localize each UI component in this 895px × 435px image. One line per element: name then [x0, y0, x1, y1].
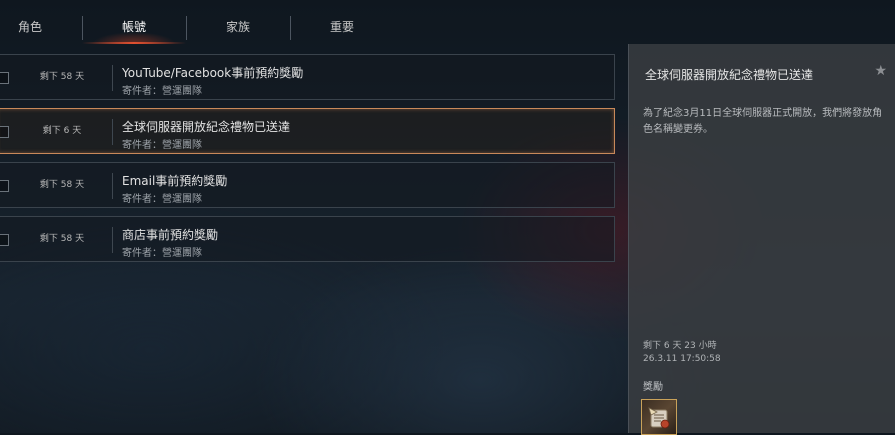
- mailbox-tabs: 角色 帳號 家族 重要: [0, 0, 625, 46]
- mail-title: 全球伺服器開放紀念禮物已送達: [122, 120, 291, 134]
- name-change-ticket-icon: [648, 407, 670, 429]
- mail-remaining-time: 剩下 6 天: [42, 126, 82, 136]
- star-icon[interactable]: ★: [874, 63, 887, 79]
- tab-character[interactable]: 角色: [0, 12, 60, 46]
- mail-remaining-time: 剩下 58 天: [39, 234, 85, 244]
- mail-checkbox[interactable]: [0, 180, 9, 192]
- row-divider: [112, 65, 113, 91]
- tab-clan[interactable]: 家族: [186, 12, 290, 46]
- tab-account[interactable]: 帳號: [82, 12, 186, 46]
- tab-important[interactable]: 重要: [290, 12, 394, 46]
- detail-title: 全球伺服器開放紀念禮物已送達: [645, 68, 814, 82]
- reward-item[interactable]: [641, 399, 677, 435]
- mail-sender: 寄件者：營運團隊: [122, 140, 202, 151]
- detail-date: 26.3.11 17:50:58: [643, 354, 721, 364]
- mail-row[interactable]: 剩下 58 天 商店事前預約獎勵 寄件者：營運團隊: [0, 216, 615, 262]
- mail-row[interactable]: 剩下 58 天 YouTube/Facebook事前預約獎勵 寄件者：營運團隊: [0, 54, 615, 100]
- mail-checkbox[interactable]: [0, 72, 9, 84]
- detail-body: 為了紀念3月11日全球伺服器正式開放，我們將發放角色名稱變更券。: [643, 108, 883, 135]
- mail-checkbox[interactable]: [0, 126, 9, 138]
- row-divider: [112, 173, 113, 199]
- mail-row[interactable]: 剩下 58 天 Email事前預約獎勵 寄件者：營運團隊: [0, 162, 615, 208]
- row-divider: [112, 119, 113, 145]
- mail-sender: 寄件者：營運團隊: [122, 194, 202, 205]
- tab-account-label: 帳號: [121, 20, 146, 34]
- mail-checkbox[interactable]: [0, 234, 9, 246]
- mail-remaining-time: 剩下 58 天: [39, 72, 85, 82]
- mail-sender: 寄件者：營運團隊: [122, 86, 202, 97]
- mail-sender: 寄件者：營運團隊: [122, 248, 202, 259]
- mail-remaining-time: 剩下 58 天: [39, 180, 85, 190]
- reward-label: 獎勵: [643, 382, 663, 393]
- mail-title: YouTube/Facebook事前預約獎勵: [122, 66, 304, 80]
- mail-detail-panel: 全球伺服器開放紀念禮物已送達 ★ 為了紀念3月11日全球伺服器正式開放，我們將發…: [628, 44, 895, 435]
- mail-title: Email事前預約獎勵: [122, 174, 228, 188]
- detail-remaining-time: 剩下 6 天 23 小時: [643, 341, 717, 351]
- mail-row-selected[interactable]: 剩下 6 天 全球伺服器開放紀念禮物已送達 寄件者：營運團隊: [0, 108, 615, 154]
- mail-title: 商店事前預約獎勵: [122, 228, 219, 242]
- row-divider: [112, 227, 113, 253]
- tab-active-underline: [82, 42, 186, 44]
